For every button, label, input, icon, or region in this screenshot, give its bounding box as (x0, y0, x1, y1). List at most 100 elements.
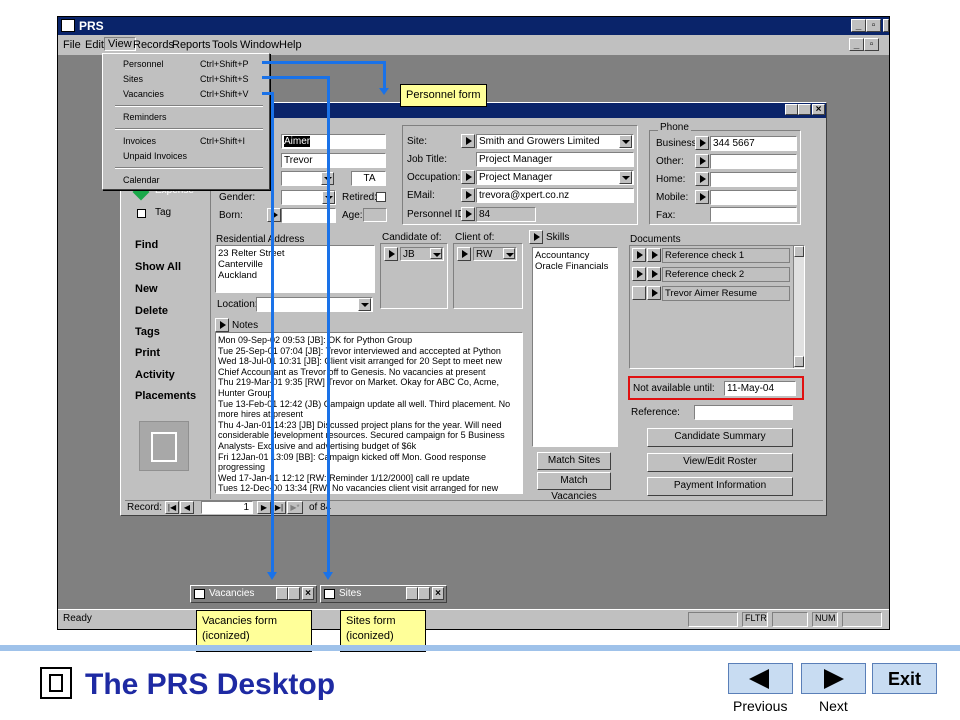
maximize-icon[interactable] (288, 587, 300, 600)
skills-list[interactable]: Accountancy Oracle Financials (532, 247, 618, 447)
document-arrow-icon[interactable] (647, 267, 661, 281)
occupation-field[interactable]: Project Manager (476, 170, 634, 185)
document-arrow-icon[interactable] (647, 286, 661, 300)
not-available-field[interactable]: 11-May-04 (724, 381, 796, 396)
documents-scrollbar[interactable] (793, 246, 804, 368)
next-button[interactable] (801, 663, 866, 694)
document-arrow-icon[interactable] (647, 248, 661, 262)
first-record-icon[interactable]: |◀ (165, 501, 179, 514)
maximize-icon[interactable] (418, 587, 430, 600)
occupation-arrow-icon[interactable] (461, 170, 475, 184)
menu-help[interactable]: Help (279, 39, 302, 51)
site-dropdown[interactable] (619, 135, 632, 148)
form-minimize-icon[interactable] (785, 104, 798, 115)
surname-field[interactable]: Aimer (281, 134, 386, 149)
site-field[interactable]: Smith and Growers Limited (476, 134, 634, 149)
close-icon[interactable]: × (432, 587, 444, 600)
document-arrow-icon[interactable] (632, 248, 646, 262)
restore-icon[interactable] (276, 587, 288, 600)
document-item[interactable]: Trevor Aimer Resume (662, 286, 790, 301)
close-icon[interactable] (883, 19, 889, 32)
restore-icon[interactable] (406, 587, 418, 600)
document-item[interactable]: Reference check 1 (662, 248, 790, 263)
home-phone-field[interactable] (710, 172, 797, 187)
new-record-icon[interactable]: ▶* (287, 501, 303, 514)
location-dropdown[interactable] (358, 298, 371, 311)
nav-print[interactable]: Print (135, 347, 160, 359)
initials-field[interactable]: TA (351, 171, 386, 186)
match-sites-button[interactable]: Match Sites (537, 452, 611, 470)
fax-field[interactable] (710, 207, 797, 222)
menu-tools[interactable]: Tools (212, 39, 238, 51)
notes-textarea[interactable]: Mon 09-Sep-02 09:53 [JB]: OK for Python … (215, 332, 523, 494)
prev-record-icon[interactable]: ◀ (180, 501, 194, 514)
email-field[interactable]: trevora@xpert.co.nz (476, 188, 634, 203)
close-icon[interactable]: × (302, 587, 314, 600)
email-arrow-icon[interactable] (461, 188, 475, 202)
view-edit-roster-button[interactable]: View/Edit Roster (647, 453, 793, 472)
menu-item-sites[interactable]: Sites (123, 74, 143, 84)
notes-arrow-icon[interactable] (215, 318, 229, 332)
candidate-dropdown[interactable] (430, 248, 442, 259)
born-arrow-icon[interactable] (267, 208, 281, 222)
candidate-arrow-icon[interactable] (384, 247, 398, 261)
menu-item-reminders[interactable]: Reminders (123, 112, 167, 122)
menu-item-unpaid-invoices[interactable]: Unpaid Invoices (123, 151, 187, 161)
mdi-restore-icon[interactable]: ▫ (864, 38, 879, 51)
form-maximize-icon[interactable] (798, 104, 811, 115)
menu-records[interactable]: Records (133, 39, 174, 51)
iconized-sites-window[interactable]: Sites × (320, 585, 447, 603)
reference-field[interactable] (694, 405, 793, 420)
home-arrow-icon[interactable] (695, 172, 709, 186)
nav-activity[interactable]: Activity (135, 369, 175, 381)
business-phone-field[interactable]: 344 5667 (710, 136, 797, 151)
exit-button[interactable]: Exit (872, 663, 937, 694)
other-arrow-icon[interactable] (695, 154, 709, 168)
address-textarea[interactable]: 23 Relter Street Canterville Auckland (215, 245, 375, 293)
menu-window[interactable]: Window (240, 39, 279, 51)
previous-button[interactable] (728, 663, 793, 694)
mobile-phone-field[interactable] (710, 190, 797, 205)
restore-icon[interactable]: ▫ (866, 19, 881, 32)
document-arrow-icon[interactable] (632, 267, 646, 281)
mdi-minimize-icon[interactable]: _ (849, 38, 864, 51)
mobile-arrow-icon[interactable] (695, 190, 709, 204)
client-arrow-icon[interactable] (457, 247, 471, 261)
menu-item-personnel[interactable]: Personnel (123, 59, 164, 69)
iconized-vacancies-window[interactable]: Vacancies × (190, 585, 317, 603)
next-record-icon[interactable]: ▶ (257, 501, 271, 514)
tag-checkbox[interactable] (137, 209, 146, 218)
form-close-icon[interactable]: × (812, 104, 825, 115)
nav-find[interactable]: Find (135, 239, 158, 251)
match-vacancies-button[interactable]: Match Vacancies (537, 472, 611, 502)
record-number-field[interactable]: 1 (201, 501, 253, 514)
document-selector[interactable] (632, 286, 646, 300)
minimize-icon[interactable]: _ (851, 19, 866, 32)
document-item[interactable]: Reference check 2 (662, 267, 790, 282)
menu-item-calendar[interactable]: Calendar (123, 175, 160, 185)
menu-item-invoices[interactable]: Invoices (123, 136, 156, 146)
skills-arrow-icon[interactable] (529, 230, 543, 244)
menu-item-vacancies[interactable]: Vacancies (123, 89, 164, 99)
nav-tags[interactable]: Tags (135, 326, 160, 338)
menu-edit[interactable]: Edit (85, 39, 104, 51)
payment-information-button[interactable]: Payment Information (647, 477, 793, 496)
menu-file[interactable]: File (63, 39, 81, 51)
site-arrow-icon[interactable] (461, 134, 475, 148)
retired-checkbox[interactable] (376, 192, 386, 202)
nav-placements[interactable]: Placements (135, 390, 196, 402)
last-record-icon[interactable]: ▶| (272, 501, 286, 514)
business-arrow-icon[interactable] (695, 136, 709, 150)
nav-new[interactable]: New (135, 283, 158, 295)
candidate-summary-button[interactable]: Candidate Summary (647, 428, 793, 447)
menu-view[interactable]: View (104, 37, 136, 51)
nav-show-all[interactable]: Show All (135, 261, 181, 273)
other-phone-field[interactable] (710, 154, 797, 169)
personnel-id-arrow-icon[interactable] (461, 207, 475, 221)
first-name-field[interactable]: Trevor (281, 153, 386, 168)
client-dropdown[interactable] (503, 248, 515, 259)
menu-reports[interactable]: Reports (172, 39, 211, 51)
nav-delete[interactable]: Delete (135, 305, 168, 317)
occupation-dropdown[interactable] (619, 171, 632, 184)
job-title-field[interactable]: Project Manager (476, 152, 634, 167)
